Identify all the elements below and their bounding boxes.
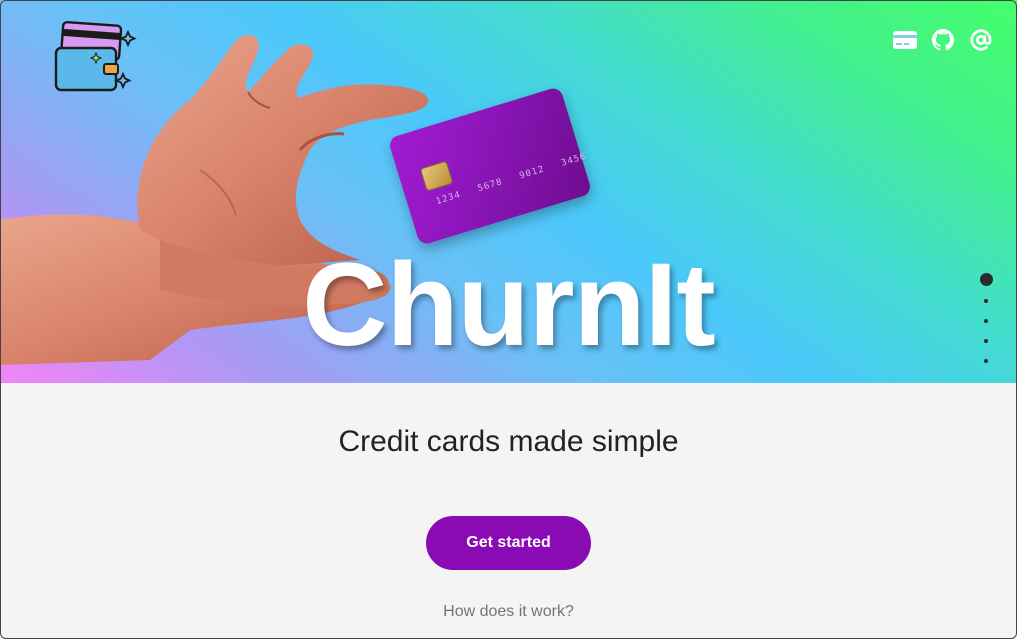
pager-dot[interactable] — [984, 299, 988, 303]
pager-dot[interactable] — [984, 319, 988, 323]
card-number-group: 9012 — [518, 164, 546, 182]
pager-dot[interactable] — [984, 339, 988, 343]
pager-dot-active[interactable] — [979, 273, 993, 286]
card-number-group: 5678 — [476, 177, 505, 195]
tagline: Credit cards made simple — [338, 425, 679, 458]
credit-card-icon[interactable] — [893, 28, 917, 52]
github-icon[interactable] — [931, 28, 955, 52]
top-nav-icons — [893, 28, 993, 52]
card-number-group: 1234 — [434, 190, 463, 208]
at-sign-icon[interactable] — [969, 28, 993, 52]
card-number-group: 3456 — [560, 151, 588, 169]
landing-page: 1234 5678 9012 3456 ChurnIt Credit cards… — [0, 0, 1017, 639]
card-number: 1234 5678 9012 3456 — [435, 152, 588, 207]
chip-icon — [419, 160, 454, 192]
section-pager — [979, 273, 993, 363]
get-started-button[interactable]: Get started — [426, 516, 591, 570]
hero-banner: 1234 5678 9012 3456 ChurnIt — [0, 0, 1017, 383]
app-title: ChurnIt — [302, 239, 715, 371]
pager-dot[interactable] — [984, 359, 988, 363]
how-it-works-link[interactable]: How does it work? — [0, 603, 1017, 621]
